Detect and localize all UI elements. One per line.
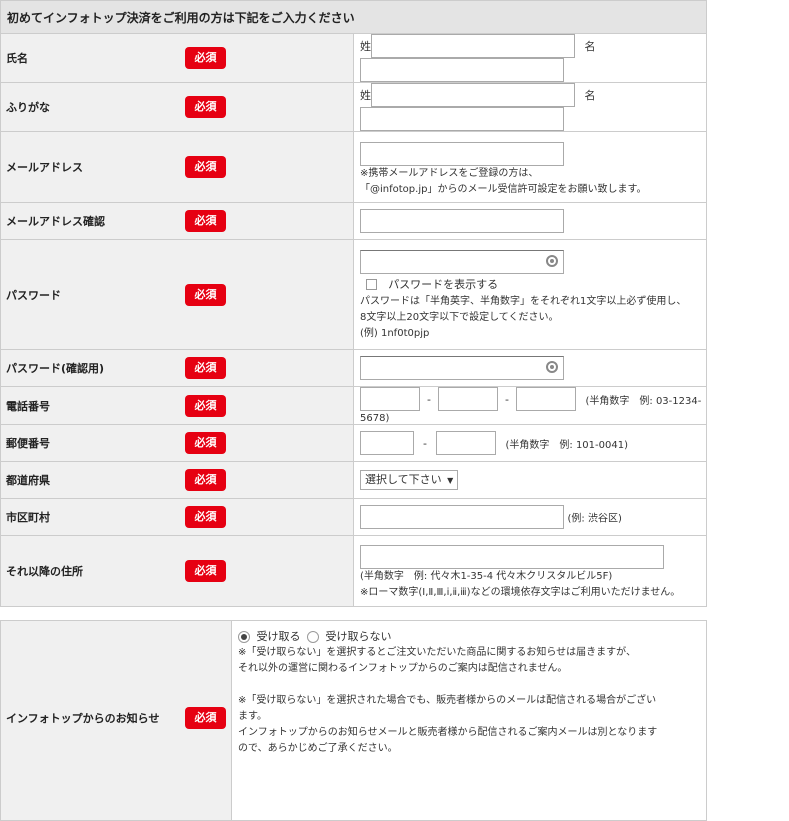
prefecture-selected-value: 選択して下さい bbox=[365, 473, 442, 486]
address-note-1: (半角数字 例: 代々木1-35-4 代々木クリスタルビル5F) bbox=[360, 570, 613, 582]
phone-input-2[interactable] bbox=[438, 387, 498, 411]
first-name-input[interactable] bbox=[360, 58, 564, 82]
newsletter-note-3: ※「受け取らない」を選択された場合でも、販売者様からのメールは配信される場合がご… bbox=[238, 695, 657, 706]
form-header: 初めてインフォトップ決済をご利用の方は下記をご入力ください bbox=[0, 0, 707, 34]
password-note-3: (例) 1nf0t0pjp bbox=[360, 327, 430, 339]
postal-dash: - bbox=[423, 436, 427, 450]
newsletter-note-4: ます。 bbox=[238, 711, 267, 722]
row-email-confirm: メールアドレス確認 必須 bbox=[0, 202, 707, 240]
postal-input-1[interactable] bbox=[360, 431, 414, 455]
reveal-password-icon[interactable] bbox=[546, 254, 558, 267]
phone-dash: - bbox=[427, 392, 431, 406]
address-label: それ以降の住所 bbox=[6, 565, 83, 578]
required-badge: 必須 bbox=[185, 707, 226, 729]
prefecture-select[interactable]: 選択して下さい ▼ bbox=[360, 470, 459, 490]
required-badge: 必須 bbox=[185, 283, 226, 306]
postal-note: (半角数字 例: 101-0041) bbox=[505, 439, 629, 451]
row-kana: ふりがな 必須 姓 名 bbox=[0, 82, 707, 132]
postal-input-2[interactable] bbox=[436, 431, 496, 455]
newsletter-yes-radio[interactable] bbox=[238, 631, 250, 643]
phone-dash: - bbox=[505, 392, 509, 406]
row-prefecture: 都道府県 必須 選択して下さい ▼ bbox=[0, 461, 707, 499]
address-note-2: ※ローマ数字(Ⅰ,Ⅱ,Ⅲ,ⅰ,ⅱ,ⅲ)などの環境依存文字はご利用いただけません。 bbox=[360, 586, 681, 598]
row-password: パスワード 必須 パスワードを表示する パスワードは「半角英字、半角数字」をそれ… bbox=[0, 239, 707, 350]
registration-form: 初めてインフォトップ決済をご利用の方は下記をご入力ください 氏名 必須 姓 名 … bbox=[0, 0, 707, 607]
password-note-1: パスワードは「半角英字、半角数字」をそれぞれ1文字以上必ず使用し、 bbox=[360, 295, 687, 307]
last-name-label: 姓 bbox=[360, 40, 371, 53]
required-badge: 必須 bbox=[185, 357, 226, 379]
first-name-label: 名 bbox=[584, 40, 596, 53]
email-confirm-label: メールアドレス確認 bbox=[6, 215, 105, 228]
first-kana-input[interactable] bbox=[360, 107, 564, 131]
required-badge: 必須 bbox=[185, 210, 226, 232]
password-note-2: 8文字以上20文字以下で設定してください。 bbox=[360, 311, 559, 323]
required-badge: 必須 bbox=[185, 506, 226, 528]
phone-input-1[interactable] bbox=[360, 387, 420, 411]
reveal-password-icon[interactable] bbox=[546, 361, 558, 373]
email-note-1: ※携帯メールアドレスをご登録の方は、 bbox=[360, 167, 539, 179]
phone-input-3[interactable] bbox=[516, 387, 576, 411]
newsletter-form: インフォトップからのお知らせ 必須 受け取る 受け取らない ※「受け取らない」を… bbox=[0, 620, 707, 821]
required-badge: 必須 bbox=[185, 394, 226, 417]
newsletter-note-5: インフォトップからのお知らせメールと販売者様から配信されるご案内メールは別となり… bbox=[238, 727, 658, 738]
show-password-label: パスワードを表示する bbox=[388, 277, 499, 291]
row-phone: 電話番号 必須 -- (半角数字 例: 03-1234-5678) bbox=[0, 386, 707, 425]
required-badge: 必須 bbox=[185, 560, 226, 582]
name-label: 氏名 bbox=[6, 52, 28, 65]
row-name: 氏名 必須 姓 名 bbox=[0, 33, 707, 83]
address-input[interactable] bbox=[360, 544, 664, 569]
email-input[interactable] bbox=[360, 141, 564, 166]
last-kana-label: 姓 bbox=[360, 89, 371, 102]
newsletter-no-label: 受け取らない bbox=[325, 630, 392, 643]
row-city: 市区町村 必須 (例: 渋谷区) bbox=[0, 498, 707, 536]
dropdown-arrow-icon: ▼ bbox=[447, 476, 454, 485]
required-badge: 必須 bbox=[185, 469, 226, 491]
required-badge: 必須 bbox=[185, 432, 226, 454]
last-name-input[interactable] bbox=[371, 34, 575, 58]
row-postal: 郵便番号 必須 - (半角数字 例: 101-0041) bbox=[0, 424, 707, 462]
password-label: パスワード bbox=[6, 288, 61, 302]
newsletter-note-1: ※「受け取らない」を選択するとご注文いただいた商品に関するお知らせは届きますが、 bbox=[238, 647, 636, 658]
email-label: メールアドレス bbox=[6, 161, 83, 174]
newsletter-note-2: それ以外の運営に関わるインフォトップからのご案内は配信されません。 bbox=[238, 663, 568, 674]
show-password-checkbox[interactable] bbox=[366, 279, 377, 290]
last-kana-input[interactable] bbox=[371, 83, 575, 107]
city-note: (例: 渋谷区) bbox=[567, 513, 622, 525]
row-email: メールアドレス 必須 ※携帯メールアドレスをご登録の方は、 「@infotop.… bbox=[0, 131, 707, 203]
required-badge: 必須 bbox=[185, 156, 226, 178]
required-badge: 必須 bbox=[185, 47, 226, 69]
newsletter-yes-label: 受け取る bbox=[256, 630, 301, 643]
password-confirm-input[interactable] bbox=[360, 356, 564, 380]
password-input[interactable] bbox=[360, 249, 564, 274]
row-address: それ以降の住所 必須 (半角数字 例: 代々木1-35-4 代々木クリスタルビル… bbox=[0, 535, 707, 607]
first-kana-label: 名 bbox=[584, 89, 596, 102]
city-label: 市区町村 bbox=[6, 511, 50, 524]
city-input[interactable] bbox=[360, 505, 564, 529]
required-badge: 必須 bbox=[185, 96, 226, 118]
newsletter-note-6: ので、あらかじめご了承ください。 bbox=[238, 743, 398, 754]
email-note-2: 「@infotop.jp」からのメール受信許可設定をお願い致します。 bbox=[360, 183, 647, 195]
row-newsletter: インフォトップからのお知らせ 必須 受け取る 受け取らない ※「受け取らない」を… bbox=[0, 620, 707, 821]
password-confirm-label: パスワード(確認用) bbox=[6, 362, 105, 375]
email-confirm-input[interactable] bbox=[360, 209, 564, 233]
prefecture-label: 都道府県 bbox=[6, 474, 50, 487]
postal-label: 郵便番号 bbox=[6, 437, 50, 450]
newsletter-no-radio[interactable] bbox=[307, 631, 319, 643]
newsletter-label: インフォトップからのお知らせ bbox=[6, 712, 160, 725]
row-password-confirm: パスワード(確認用) 必須 bbox=[0, 349, 707, 387]
phone-label: 電話番号 bbox=[6, 399, 50, 413]
kana-label: ふりがな bbox=[6, 101, 50, 114]
